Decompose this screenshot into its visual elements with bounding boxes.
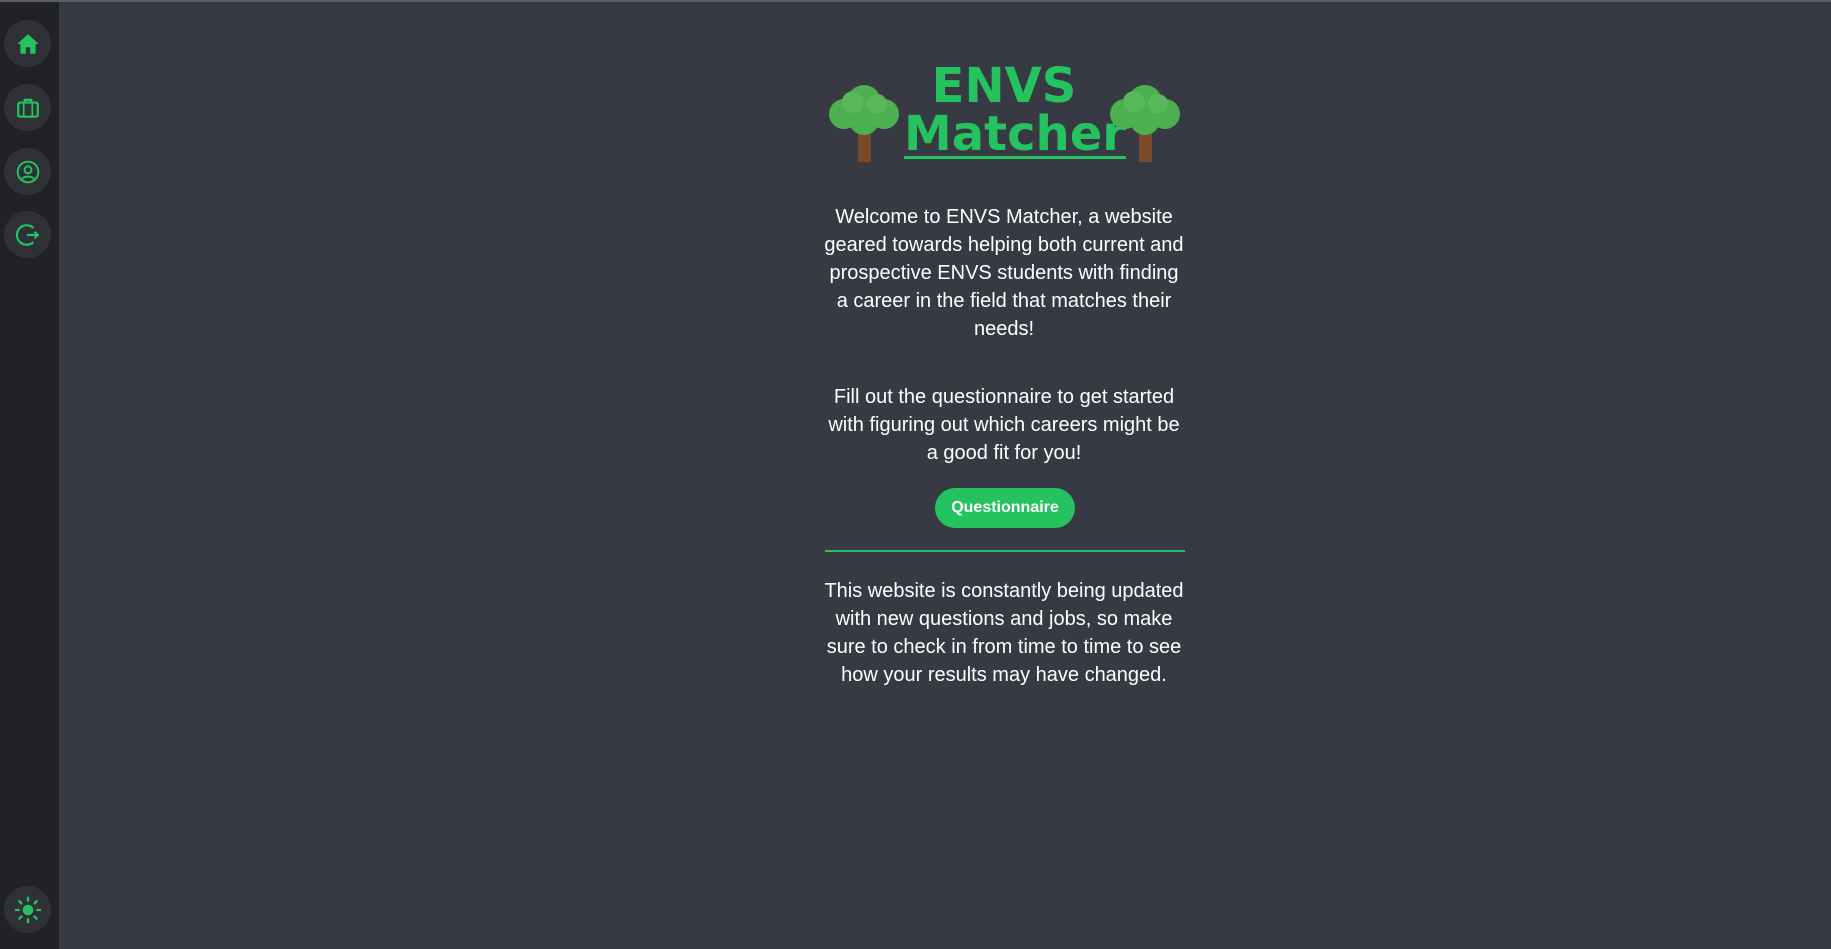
app-title-line1: ENVS xyxy=(931,58,1077,114)
intro-paragraph: Welcome to ENVS Matcher, a website geare… xyxy=(824,206,1184,340)
cta-paragraph: Fill out the questionnaire to get starte… xyxy=(828,386,1180,464)
divider xyxy=(825,550,1185,552)
hero: ENVS Matcher Welcome to ENVS Matcher, a … xyxy=(767,60,1241,686)
logout-icon xyxy=(15,223,39,246)
top-border xyxy=(0,0,1831,2)
home-icon xyxy=(16,33,39,54)
briefcase-icon xyxy=(16,98,39,118)
sidebar-item-logout[interactable] xyxy=(4,211,51,258)
theme-toggle-button[interactable] xyxy=(4,886,51,933)
tree-icon xyxy=(1110,85,1180,162)
questionnaire-button[interactable]: Questionnaire xyxy=(935,488,1075,528)
sidebar xyxy=(0,0,59,949)
user-circle-icon xyxy=(16,160,39,183)
sun-icon xyxy=(14,896,41,923)
title-banner: ENVS Matcher xyxy=(767,60,1241,170)
sidebar-item-home[interactable] xyxy=(4,20,51,67)
sidebar-item-jobs[interactable] xyxy=(4,84,51,131)
footer-note: This website is constantly being updated… xyxy=(824,580,1184,686)
sidebar-item-profile[interactable] xyxy=(4,148,51,195)
app-title-line2: Matcher xyxy=(904,106,1126,162)
main-content: ENVS Matcher Welcome to ENVS Matcher, a … xyxy=(59,0,1831,949)
tree-icon xyxy=(829,85,899,162)
app-title: ENVS Matcher xyxy=(904,58,1126,158)
